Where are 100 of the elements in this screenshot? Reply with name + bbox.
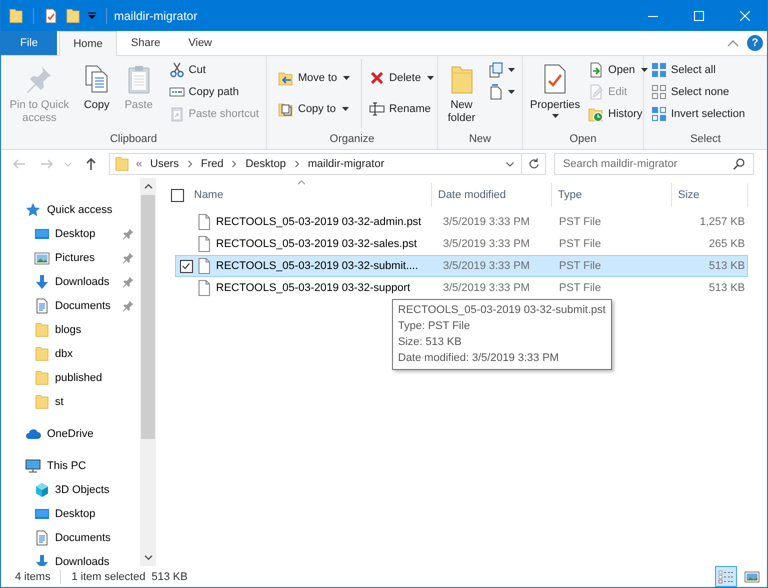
file-menu-tab[interactable]: File [1, 31, 57, 55]
document-icon [34, 298, 50, 314]
ribbon-button[interactable]: Move to [275, 67, 354, 90]
file-icon [196, 214, 212, 230]
column-header[interactable]: Date modified [432, 183, 552, 207]
tooltip-text: Type: PST File [398, 319, 471, 334]
ribbon-button[interactable]: Rename [366, 98, 437, 120]
select-all-icon [651, 62, 667, 78]
selected-row[interactable]: RECTOOLS_05-03-2019 03-32-submit.... 3/5/2019 3:33 PM PST File 513 KB [175, 255, 748, 277]
cube-icon [34, 482, 50, 498]
rename-icon [369, 100, 386, 117]
refresh-button[interactable] [522, 153, 546, 175]
folder-icon [65, 8, 81, 24]
help-button[interactable]: ? [747, 35, 763, 51]
star-icon [25, 202, 41, 218]
table-cell-text: 513 KB [708, 260, 746, 272]
ribbon-tab[interactable]: View [174, 31, 226, 55]
breadcrumb-item[interactable]: Users [148, 158, 181, 170]
nav-item[interactable]: Downloads [1, 270, 140, 294]
ribbon-button[interactable]: Delete [366, 67, 437, 90]
breadcrumb-item[interactable]: Fred [198, 158, 226, 170]
selection-size: 513 KB [151, 570, 188, 582]
invert-selection-icon [651, 106, 667, 122]
overflow-chevron[interactable]: « [134, 158, 144, 170]
file-name[interactable]: RECTOOLS_05-03-2019 03-32-submit.... [214, 260, 437, 272]
ribbon-button[interactable]: Copy [78, 59, 116, 114]
nav-item[interactable]: st [1, 390, 140, 414]
nav-item[interactable]: dbx [1, 342, 140, 366]
scroll-thumb[interactable] [141, 195, 155, 439]
document-icon [34, 530, 50, 546]
chevron-right-icon [186, 159, 194, 169]
table-cell-text: 513 KB [708, 282, 746, 294]
edit-icon [588, 84, 604, 100]
breadcrumb-item[interactable]: maildir-migrator [306, 158, 386, 170]
select-none-icon [651, 84, 667, 100]
monitor-icon [34, 506, 50, 522]
folder-icon [8, 8, 24, 24]
ribbon-button[interactable]: Properties [527, 59, 584, 120]
table-cell-text: 3/5/2019 3:33 PM [442, 260, 531, 272]
ribbon-button[interactable]: Copy path [166, 81, 262, 103]
scissors-icon [168, 62, 185, 78]
table-cell-text: 265 KB [708, 238, 746, 250]
search-icon [732, 157, 746, 171]
ribbon-tab[interactable]: Share [117, 31, 174, 55]
column-header[interactable]: Name [194, 183, 432, 207]
file-name[interactable]: RECTOOLS_05-03-2019 03-32-sales.pst [214, 238, 437, 250]
nav-item[interactable]: Desktop [1, 222, 140, 246]
document-icon [488, 84, 504, 100]
group-label: Clipboard [108, 132, 158, 146]
nav-item[interactable]: This PC [1, 454, 140, 478]
group-label: Select [689, 132, 722, 146]
checkmark-icon [181, 261, 191, 271]
column-header[interactable]: Type [552, 183, 672, 207]
ribbon-button[interactable]: New folder [442, 59, 481, 127]
table-cell-text: PST File [558, 216, 602, 228]
open-icon [588, 62, 604, 78]
breadcrumb-item[interactable]: Desktop [243, 158, 288, 170]
file-name[interactable]: RECTOOLS_05-03-2019 03-32-admin.pst [214, 216, 437, 228]
column-header[interactable]: Size [672, 183, 748, 207]
folder-icon [34, 394, 50, 410]
nav-item[interactable]: Pictures [1, 246, 140, 270]
file-icon [196, 280, 212, 296]
sort-ascending-icon [297, 180, 306, 185]
ribbon-tab[interactable]: Home [59, 31, 117, 56]
history-icon [588, 106, 604, 122]
ribbon-button[interactable]: Cut [166, 59, 262, 81]
ribbon-button[interactable]: Copy to [275, 98, 354, 120]
properties-icon [43, 8, 59, 24]
address-bar[interactable]: « Users Fred Desktop maildir-migrator [109, 153, 522, 175]
clipboard-icon [168, 106, 185, 122]
tooltip-text: Date modified: 3/5/2019 3:33 PM [398, 351, 560, 366]
tooltip-text: Size: 513 KB [398, 335, 463, 350]
file-name[interactable]: RECTOOLS_05-03-2019 03-32-support [214, 282, 437, 294]
documents-icon [488, 62, 504, 78]
folder-arrow-icon [278, 70, 294, 86]
table-cell-text: 3/5/2019 3:33 PM [442, 282, 531, 294]
file-icon [196, 258, 212, 274]
down-arrow-icon [34, 554, 50, 566]
nav-item[interactable]: Documents [1, 526, 140, 550]
nav-item[interactable]: Desktop [1, 502, 140, 526]
details-view-button[interactable] [715, 566, 737, 587]
maximize-icon [694, 10, 704, 20]
nav-item[interactable]: published [1, 366, 140, 390]
nav-item[interactable]: Downloads [1, 550, 140, 566]
nav-item[interactable]: blogs [1, 318, 140, 342]
group-label: New [468, 132, 492, 146]
table-cell-text: 3/5/2019 3:33 PM [442, 238, 531, 250]
nav-item[interactable]: Quick access [1, 198, 140, 222]
table-cell-text: 3/5/2019 3:33 PM [442, 216, 531, 228]
dropdown-icon [87, 10, 97, 20]
checkbox[interactable] [180, 260, 192, 272]
search-field[interactable]: Search maildir-migrator [554, 153, 754, 175]
tooltip-text: RECTOOLS_05-03-2019 03-32-submit.pst [398, 303, 606, 318]
select-all-checkbox[interactable] [171, 188, 184, 202]
nav-item[interactable]: Documents [1, 294, 140, 318]
selection-info: 1 item selected [71, 570, 146, 582]
nav-item[interactable]: 3D Objects [1, 478, 140, 502]
nav-item[interactable]: OneDrive [1, 422, 140, 446]
table-cell-text: 1,257 KB [698, 216, 746, 228]
refresh-icon [526, 157, 540, 171]
